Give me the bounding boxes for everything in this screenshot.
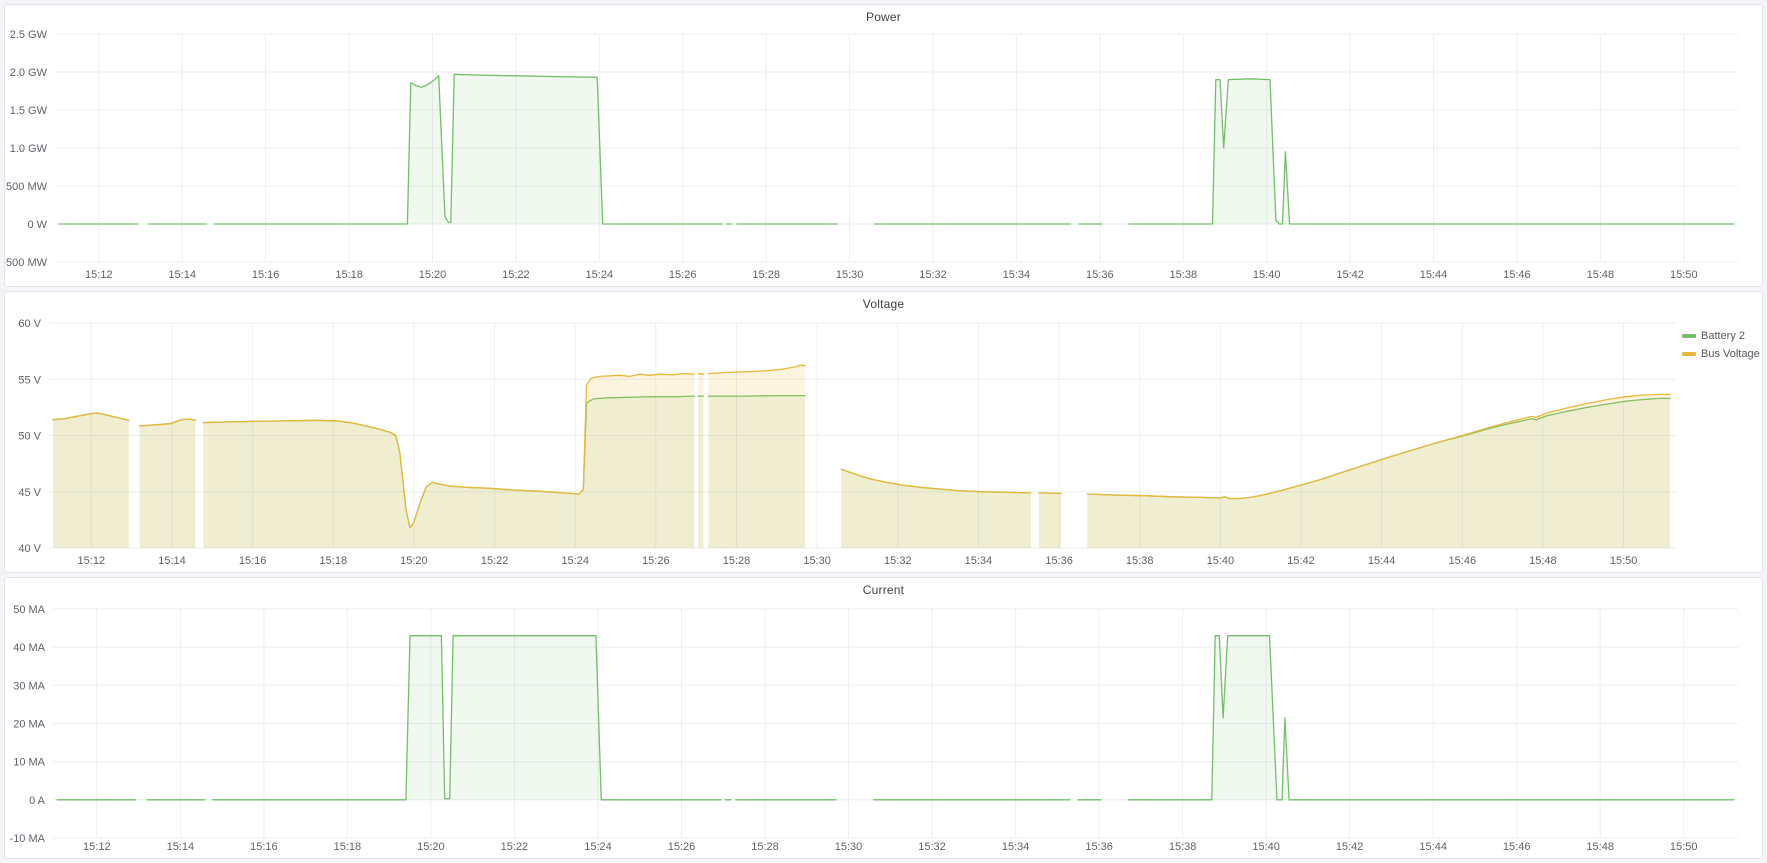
svg-text:15:38: 15:38 — [1126, 555, 1154, 567]
svg-text:15:36: 15:36 — [1085, 841, 1113, 853]
legend-label-bus-voltage: Bus Voltage — [1701, 348, 1760, 360]
power-chart-canvas[interactable]: 15:12 15:14 15:16 15:18 15:20 15:22 15:24 15:26… — [5, 29, 1762, 286]
svg-text:15:26: 15:26 — [668, 841, 696, 853]
svg-text:15:30: 15:30 — [835, 841, 863, 853]
svg-text:10 MA: 10 MA — [13, 757, 45, 769]
svg-text:15:12: 15:12 — [83, 841, 111, 853]
svg-text:40 V: 40 V — [18, 543, 41, 555]
svg-text:15:24: 15:24 — [561, 555, 589, 567]
svg-text:15:38: 15:38 — [1170, 269, 1198, 281]
dashboard: Power 15:12 15:14 15:16 15:18 15:20 15:22 15:2… — [0, 0, 1767, 863]
svg-text:2.5 GW: 2.5 GW — [10, 29, 48, 41]
svg-text:15:44: 15:44 — [1420, 269, 1448, 281]
svg-text:15:16: 15:16 — [239, 555, 267, 567]
svg-text:55 V: 55 V — [18, 374, 41, 386]
svg-text:15:34: 15:34 — [965, 555, 993, 567]
svg-text:40 MA: 40 MA — [13, 642, 45, 654]
svg-text:15:42: 15:42 — [1287, 555, 1315, 567]
panel-power: Power 15:12 15:14 15:16 15:18 15:20 15:22 15:2… — [4, 4, 1763, 287]
voltage-legend: Battery 2 Bus Voltage — [1682, 316, 1762, 572]
svg-text:15:50: 15:50 — [1670, 841, 1698, 853]
svg-text:15:30: 15:30 — [803, 555, 831, 567]
svg-text:15:50: 15:50 — [1670, 269, 1698, 281]
svg-text:15:14: 15:14 — [168, 269, 196, 281]
svg-text:15:16: 15:16 — [250, 841, 278, 853]
panel-header-voltage[interactable]: Voltage — [5, 292, 1762, 316]
panel-header-power[interactable]: Power — [5, 5, 1762, 29]
svg-text:15:14: 15:14 — [158, 555, 186, 567]
svg-text:15:48: 15:48 — [1587, 269, 1615, 281]
svg-text:15:28: 15:28 — [752, 269, 780, 281]
legend-item-bus-voltage[interactable]: Bus Voltage — [1682, 346, 1762, 361]
svg-text:15:42: 15:42 — [1336, 841, 1364, 853]
svg-text:15:46: 15:46 — [1449, 555, 1477, 567]
svg-text:15:50: 15:50 — [1610, 555, 1638, 567]
svg-text:15:48: 15:48 — [1529, 555, 1557, 567]
svg-text:15:12: 15:12 — [85, 269, 113, 281]
svg-text:15:26: 15:26 — [669, 269, 697, 281]
panel-title-current: Current — [863, 583, 904, 597]
svg-text:15:18: 15:18 — [320, 555, 348, 567]
svg-text:15:32: 15:32 — [918, 841, 946, 853]
battery-2-series-swatch-icon — [1682, 334, 1696, 338]
svg-text:0 A: 0 A — [29, 795, 46, 807]
svg-text:15:46: 15:46 — [1503, 269, 1531, 281]
svg-text:15:20: 15:20 — [419, 269, 447, 281]
panel-current: Current 15:1215:1415:1615:1815:2015:2215… — [4, 577, 1763, 859]
legend-item-battery-2[interactable]: Battery 2 — [1682, 328, 1762, 343]
svg-text:15:20: 15:20 — [417, 841, 445, 853]
bus-voltage-series-swatch-icon — [1682, 352, 1696, 356]
svg-text:15:18: 15:18 — [335, 269, 363, 281]
svg-text:15:40: 15:40 — [1253, 269, 1281, 281]
svg-text:15:36: 15:36 — [1045, 555, 1073, 567]
svg-text:15:34: 15:34 — [1002, 841, 1030, 853]
svg-text:50 V: 50 V — [18, 431, 41, 443]
svg-text:15:44: 15:44 — [1368, 555, 1396, 567]
svg-text:0 W: 0 W — [27, 219, 47, 231]
svg-text:15:18: 15:18 — [334, 841, 362, 853]
svg-text:15:46: 15:46 — [1503, 841, 1531, 853]
svg-text:15:48: 15:48 — [1586, 841, 1614, 853]
svg-text:15:44: 15:44 — [1419, 841, 1447, 853]
svg-text:15:22: 15:22 — [501, 841, 529, 853]
svg-text:15:38: 15:38 — [1169, 841, 1197, 853]
svg-text:20 MA: 20 MA — [13, 719, 45, 731]
panel-title-power: Power — [866, 10, 901, 24]
svg-text:15:24: 15:24 — [584, 841, 612, 853]
voltage-chart-canvas[interactable]: 15:12 15:14 15:16 15:18 15:20 15:22 15:24 15:26… — [5, 316, 1682, 572]
svg-text:15:32: 15:32 — [884, 555, 912, 567]
svg-text:15:40: 15:40 — [1252, 841, 1280, 853]
svg-text:15:26: 15:26 — [642, 555, 670, 567]
current-chart-canvas[interactable]: 15:12 15:14 15:16 15:18 15:20 15:22 15:24 15:26… — [5, 602, 1762, 858]
svg-text:15:22: 15:22 — [502, 269, 530, 281]
svg-text:60 V: 60 V — [18, 318, 41, 330]
svg-text:15:28: 15:28 — [751, 841, 779, 853]
panel-header-current[interactable]: Current — [5, 578, 1762, 602]
svg-text:1.0 GW: 1.0 GW — [10, 143, 48, 155]
svg-text:15:40: 15:40 — [1207, 555, 1235, 567]
svg-text:45 V: 45 V — [18, 487, 41, 499]
svg-text:15:14: 15:14 — [167, 841, 195, 853]
svg-text:15:12: 15:12 — [78, 555, 106, 567]
svg-text:15:42: 15:42 — [1336, 269, 1364, 281]
panel-voltage: Voltage 15:1215:1415:1615:1815:2015:2215… — [4, 291, 1763, 573]
legend-label-battery-2: Battery 2 — [1701, 330, 1745, 342]
svg-text:-10 MA: -10 MA — [10, 833, 46, 845]
svg-text:-500 MW: -500 MW — [5, 257, 48, 269]
svg-text:500 MW: 500 MW — [6, 181, 48, 193]
svg-text:15:32: 15:32 — [919, 269, 947, 281]
svg-text:2.0 GW: 2.0 GW — [10, 67, 48, 79]
svg-text:1.5 GW: 1.5 GW — [10, 105, 48, 117]
svg-text:15:16: 15:16 — [252, 269, 280, 281]
svg-text:15:36: 15:36 — [1086, 269, 1114, 281]
svg-text:15:22: 15:22 — [481, 555, 509, 567]
svg-text:15:30: 15:30 — [836, 269, 864, 281]
svg-text:50 MA: 50 MA — [13, 604, 45, 616]
svg-text:15:20: 15:20 — [400, 555, 428, 567]
panel-title-voltage: Voltage — [863, 297, 904, 311]
svg-text:15:28: 15:28 — [723, 555, 751, 567]
svg-text:30 MA: 30 MA — [13, 680, 45, 692]
svg-text:15:24: 15:24 — [586, 269, 614, 281]
svg-text:15:34: 15:34 — [1003, 269, 1031, 281]
